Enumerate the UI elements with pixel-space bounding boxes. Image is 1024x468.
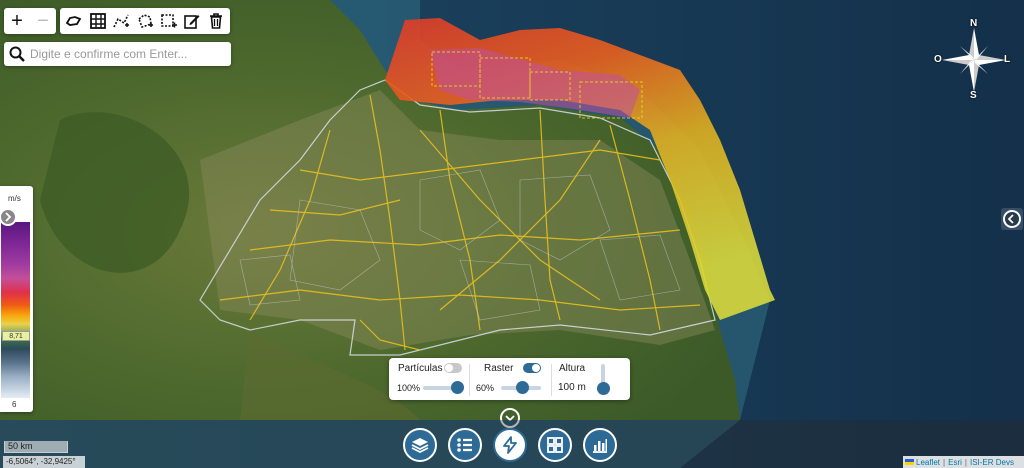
legend-unit: m/s xyxy=(8,194,21,203)
legend-color-bar xyxy=(1,222,30,398)
polyline-icon xyxy=(113,14,130,28)
raster-group: Raster 60% xyxy=(471,358,549,400)
attribution-separator: | xyxy=(943,457,946,467)
compass-west-label: O xyxy=(934,54,942,65)
compass-south-label: S xyxy=(970,90,977,101)
color-legend: m/s 8,71 6 xyxy=(0,186,33,412)
trash-icon xyxy=(210,13,223,29)
attribution-separator: | xyxy=(964,457,967,467)
layers-icon xyxy=(411,438,429,454)
raster-toggle[interactable] xyxy=(523,363,541,373)
search-icon xyxy=(9,46,25,62)
particles-group: Partículas 100% xyxy=(389,358,467,400)
height-label: Altura xyxy=(559,363,586,374)
legend-current-value: 8,71 xyxy=(2,331,30,341)
search-button[interactable] xyxy=(4,42,30,66)
zoom-control: + − xyxy=(4,8,56,34)
delete-layers-button[interactable] xyxy=(206,11,226,31)
height-value: 100 m xyxy=(558,382,586,393)
draw-grid-button[interactable] xyxy=(88,11,108,31)
rectangle-icon xyxy=(160,14,177,28)
zoom-out-button[interactable]: − xyxy=(30,8,56,34)
polygon-icon xyxy=(138,14,153,29)
draw-freehand-button[interactable] xyxy=(64,11,84,31)
chevron-left-icon xyxy=(1007,214,1014,224)
list-icon xyxy=(457,438,472,452)
particles-opacity-value: 100% xyxy=(397,383,421,393)
draw-toolbar xyxy=(60,8,230,34)
compass-east-label: L xyxy=(1004,54,1011,65)
grid-button[interactable] xyxy=(538,428,572,462)
esri-link[interactable]: Esri xyxy=(948,458,962,467)
isi-link[interactable]: ISI-ER Devs xyxy=(970,458,1014,467)
map-attribution: Leaflet | Esri | ISI-ER Devs xyxy=(903,456,1024,468)
height-slider-handle[interactable] xyxy=(597,382,610,395)
chart-button[interactable] xyxy=(583,428,617,462)
grid-table-icon xyxy=(89,13,106,29)
zoom-in-button[interactable]: + xyxy=(4,8,30,34)
panel-divider xyxy=(551,364,552,396)
ukraine-flag-icon xyxy=(905,459,914,465)
search-box xyxy=(4,42,231,66)
legend-min-value: 6 xyxy=(12,400,17,409)
freehand-icon xyxy=(65,16,82,26)
layer-control-panel: Partículas 100% Raster 60% Altura 100 m xyxy=(389,358,630,400)
edit-icon xyxy=(184,15,200,29)
raster-opacity-value: 60% xyxy=(476,383,495,393)
particles-toggle[interactable] xyxy=(444,363,462,373)
lightning-button[interactable] xyxy=(493,428,527,462)
compass-north-label: N xyxy=(970,18,978,29)
legend-collapse-button[interactable] xyxy=(0,208,17,226)
chevron-right-icon xyxy=(5,212,12,222)
list-button[interactable] xyxy=(448,428,482,462)
cursor-coordinates: -6,5064°, -32,9425° xyxy=(3,456,85,468)
draw-polygon-button[interactable] xyxy=(135,11,155,31)
particles-label: Partículas xyxy=(398,363,443,374)
lightning-icon xyxy=(503,436,517,454)
leaflet-link[interactable]: Leaflet xyxy=(916,458,940,467)
chart-icon xyxy=(593,439,607,453)
search-input[interactable] xyxy=(30,47,225,61)
raster-opacity-handle[interactable] xyxy=(516,381,529,394)
grid-icon xyxy=(547,437,563,453)
scale-bar: 50 km xyxy=(4,441,68,453)
compass-rose: N S L O xyxy=(928,16,1020,104)
draw-line-button[interactable] xyxy=(111,11,131,31)
layers-button[interactable] xyxy=(403,428,437,462)
raster-label: Raster xyxy=(484,363,514,374)
particles-opacity-handle[interactable] xyxy=(451,381,464,394)
panel-divider xyxy=(469,364,470,396)
height-group: Altura 100 m xyxy=(553,358,630,400)
side-panel-toggle[interactable] xyxy=(1001,208,1023,230)
draw-rectangle-button[interactable] xyxy=(159,11,179,31)
edit-layers-button[interactable] xyxy=(182,11,202,31)
